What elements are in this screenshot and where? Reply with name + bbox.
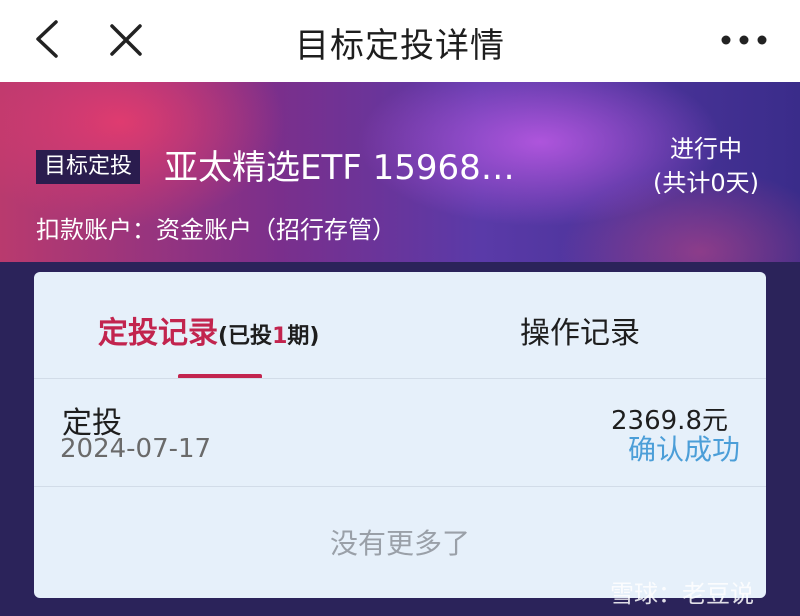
record-date: 2024-07-17 [60, 434, 212, 464]
watermark: 雪球：老豆说 [610, 580, 754, 608]
records-card: 定投记录(已投1期) 操作记录 定投 2024-07-17 2369.8元 确认… [34, 272, 766, 598]
tab-investment-records-label: 定投记录 [98, 316, 218, 351]
debit-account: 扣款账户：资金账户（招行存管） [36, 216, 396, 244]
fund-name: 亚太精选ETF 15968… [164, 148, 515, 188]
status-days: (共计0天) [653, 169, 759, 197]
tab-operation-records[interactable]: 操作记录 [520, 308, 640, 352]
more-icon[interactable] [718, 28, 770, 52]
record-status: 确认成功 [627, 433, 740, 466]
divider [34, 378, 766, 379]
divider [34, 486, 766, 487]
status-text: 进行中 [670, 135, 742, 163]
page-title: 目标定投详情 [295, 26, 505, 66]
no-more-text: 没有更多了 [329, 527, 470, 560]
tab-investment-records-count: (已投1期) [218, 324, 320, 349]
plan-status: 进行中 (共计0天) [646, 132, 766, 200]
plan-type-tag: 目标定投 [36, 150, 141, 184]
tab-investment-records[interactable]: 定投记录(已投1期) [98, 308, 319, 352]
navigation-bar: 目标定投详情 [0, 0, 800, 82]
